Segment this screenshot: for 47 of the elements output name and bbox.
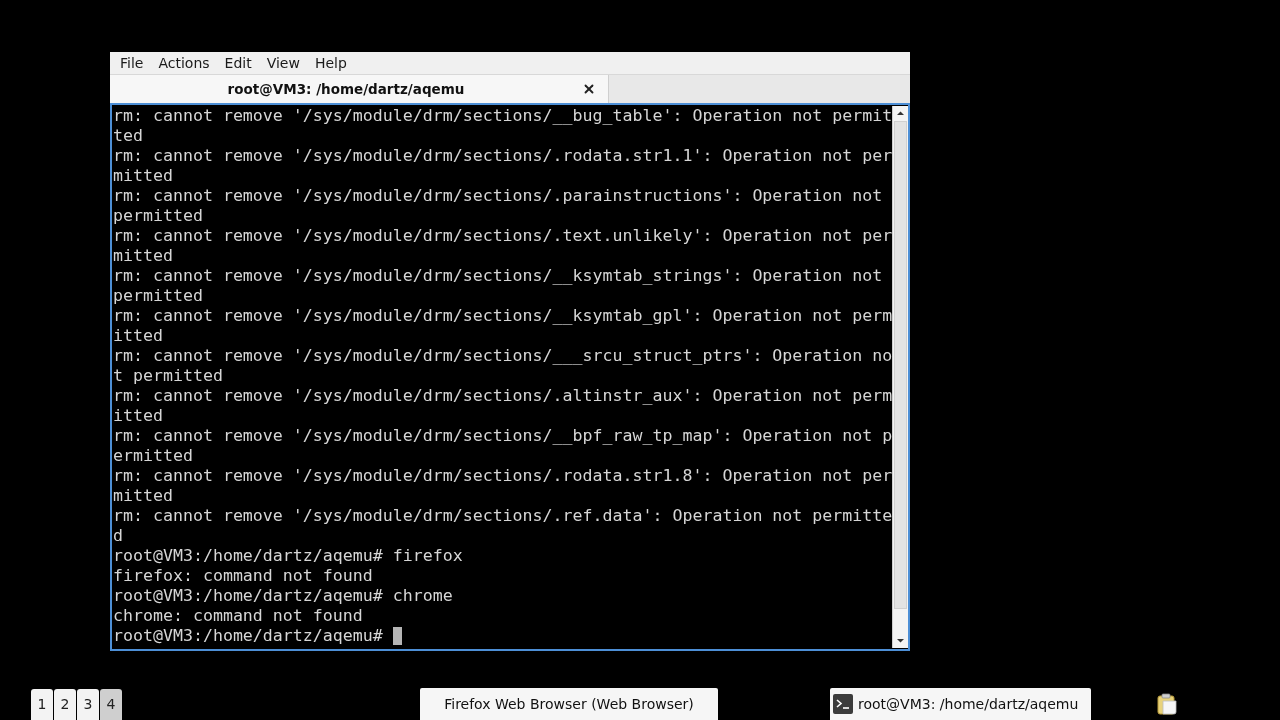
menu-item[interactable]: Help (307, 53, 354, 73)
close-icon[interactable] (582, 82, 596, 96)
terminal-line: rm: cannot remove '/sys/module/drm/sections/.ref.data': Operation not permitte (113, 506, 893, 526)
scroll-thumb[interactable] (894, 121, 908, 609)
menu-item[interactable]: Actions (151, 53, 217, 73)
clipboard-icon[interactable] (1157, 693, 1177, 715)
terminal-line: rm: cannot remove '/sys/module/drm/sections/.parainstructions': Operation not (113, 186, 883, 206)
terminal-line: d (113, 526, 123, 546)
terminal-line: rm: cannot remove '/sys/module/drm/sections/__ksymtab_gpl': Operation not perm (113, 306, 893, 326)
terminal-line: root@VM3:/home/dartz/aqemu# chrome (113, 586, 453, 606)
menu-item[interactable]: File (113, 53, 151, 73)
terminal-line: mitted (113, 166, 173, 186)
terminal-line: rm: cannot remove '/sys/module/drm/sections/__bug_table': Operation not permit (113, 106, 893, 126)
terminal-line: t permitted (113, 366, 223, 386)
tab-title: root@VM3: /home/dartz/aqemu (226, 79, 466, 99)
taskbar-button[interactable]: root@VM3: /home/dartz/aqemu (830, 688, 1091, 720)
terminal-tab[interactable]: root@VM3: /home/dartz/aqemu (110, 75, 609, 103)
terminal-line: rm: cannot remove '/sys/module/drm/sections/.text.unlikely': Operation not per (113, 226, 893, 246)
workspace-button[interactable]: 1 (31, 689, 53, 720)
terminal-line: rm: cannot remove '/sys/module/drm/sections/__bpf_raw_tp_map': Operation not p (113, 426, 893, 446)
taskbar-button-label: root@VM3: /home/dartz/aqemu (858, 694, 1079, 714)
terminal-line: firefox: command not found (113, 566, 373, 586)
terminal-line: permitted (113, 206, 203, 226)
terminal-icon (833, 694, 853, 714)
terminal-line: mitted (113, 246, 173, 266)
terminal-line: ermitted (113, 446, 193, 466)
menu-item[interactable]: Edit (217, 53, 259, 73)
workspace-button[interactable]: 3 (77, 689, 99, 720)
terminal-line: permitted (113, 286, 203, 306)
terminal-line: rm: cannot remove '/sys/module/drm/sections/.altinstr_aux': Operation not perm (113, 386, 893, 406)
scrollbar[interactable] (892, 106, 909, 648)
workspace-button[interactable]: 2 (54, 689, 76, 720)
menu-item[interactable]: View (259, 53, 307, 73)
terminal-line: rm: cannot remove '/sys/module/drm/sections/___srcu_struct_ptrs': Operation no (113, 346, 893, 366)
terminal-line: chrome: command not found (113, 606, 363, 626)
terminal-line: mitted (113, 486, 173, 506)
terminal-line: itted (113, 406, 163, 426)
terminal-line: itted (113, 326, 163, 346)
taskbar-button[interactable]: Firefox Web Browser (Web Browser) (420, 688, 718, 720)
terminal-line: rm: cannot remove '/sys/module/drm/sections/.rodata.str1.1': Operation not per (113, 146, 893, 166)
cursor-icon (392, 627, 402, 645)
terminal-line: rm: cannot remove '/sys/module/drm/sections/__ksymtab_strings': Operation not (113, 266, 883, 286)
terminal-line: ted (113, 126, 143, 146)
terminal-line: rm: cannot remove '/sys/module/drm/sections/.rodata.str1.8': Operation not per (113, 466, 893, 486)
terminal-line: root@VM3:/home/dartz/aqemu# firefox (113, 546, 463, 566)
workspace-button[interactable]: 4 (100, 689, 122, 720)
terminal-prompt: root@VM3:/home/dartz/aqemu# (113, 626, 383, 646)
